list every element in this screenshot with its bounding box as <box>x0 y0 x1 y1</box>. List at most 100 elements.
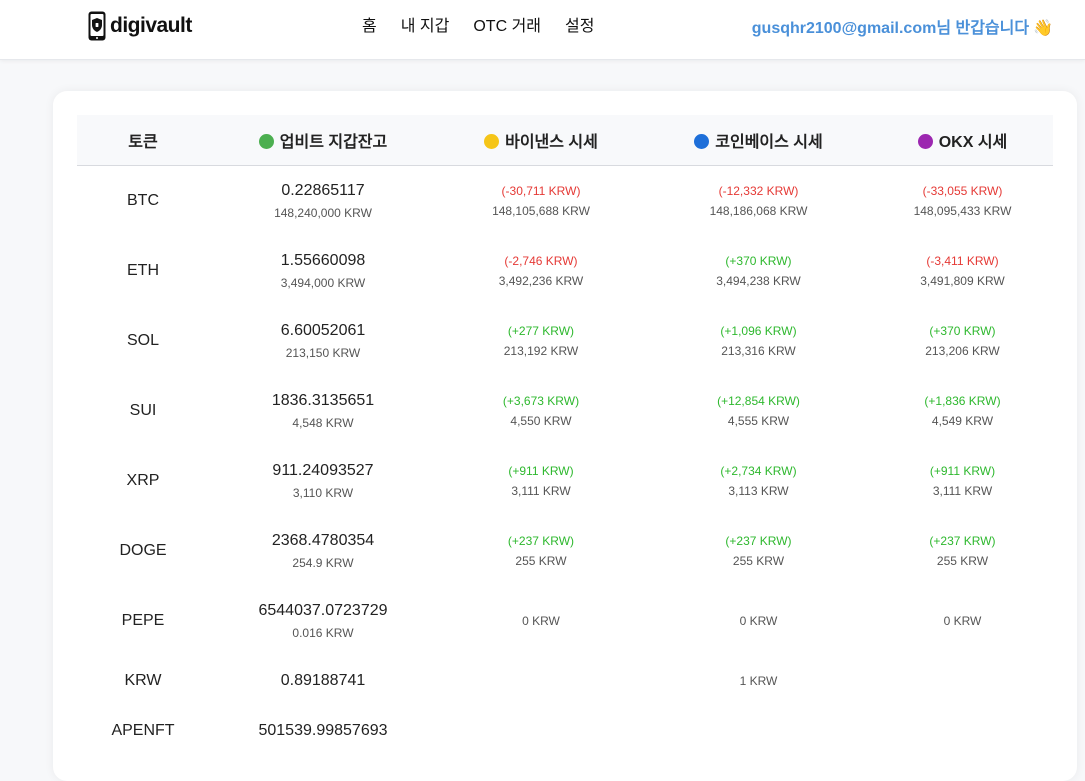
column-header-upbit: 업비트 지갑잔고 <box>209 115 437 166</box>
coinbase-price-diff: (-12,332 KRW) <box>718 184 799 198</box>
okx-price: 213,206 KRW <box>925 344 1000 358</box>
token-cell: APENFT <box>111 722 175 739</box>
balance-krw: 0.016 KRW <box>292 626 354 640</box>
main-nav: 홈 내 지갑 OTC 거래 설정 <box>350 0 606 48</box>
upbit-balance-cell: 0.22865117 148,240,000 KRW <box>209 166 437 237</box>
binance-price-cell: (+911 KRW) 3,111 KRW <box>437 446 645 516</box>
balance-krw: 4,548 KRW <box>292 416 354 430</box>
greeting: gusqhr2100@gmail.com님 반갑습니다 👋 <box>752 14 1053 38</box>
okx-price-cell <box>872 656 1053 706</box>
okx-price: 4,549 KRW <box>931 414 994 428</box>
binance-price-cell: (+277 KRW) 213,192 KRW <box>437 306 645 376</box>
balance-amount: 501539.99857693 <box>258 722 388 739</box>
upbit-balance-cell: 501539.99857693 <box>209 706 437 756</box>
coinbase-price-cell: (+370 KRW) 3,494,238 KRW <box>645 236 872 306</box>
okx-price: 255 KRW <box>936 554 989 568</box>
wave-emoji-icon: 👋 <box>1033 20 1053 37</box>
price-comparison-table: 토큰 업비트 지갑잔고 바이낸스 시세 코인베이스 시세 OKX 시세 BTC 0… <box>77 115 1053 756</box>
okx-price: 148,095,433 KRW <box>913 204 1012 218</box>
coinbase-price-diff: (+370 KRW) <box>725 254 792 268</box>
coinbase-price-cell: (+12,854 KRW) 4,555 KRW <box>645 376 872 446</box>
balance-krw: 254.9 KRW <box>292 556 354 570</box>
coinbase-price: 4,555 KRW <box>727 414 790 428</box>
table-row: KRW 0.89188741 1 KRW <box>77 656 1053 706</box>
blue-circle-icon <box>694 134 710 149</box>
binance-price-cell: 0 KRW <box>437 586 645 656</box>
balance-amount: 1836.3135651 <box>271 392 375 409</box>
token-cell: KRW <box>124 672 162 689</box>
okx-price-cell: (-33,055 KRW) 148,095,433 KRW <box>872 166 1053 237</box>
green-circle-icon <box>258 134 274 149</box>
coinbase-price: 148,186,068 KRW <box>709 204 808 218</box>
okx-price-cell: (-3,411 KRW) 3,491,809 KRW <box>872 236 1053 306</box>
logo-text: digivault <box>110 14 192 37</box>
table-row: PEPE 6544037.0723729 0.016 KRW 0 KRW 0 KRW 0 … <box>77 586 1053 656</box>
binance-price: 4,550 KRW <box>510 414 572 428</box>
balance-amount: 1.55660098 <box>280 252 366 269</box>
nav-otc-trade[interactable]: OTC 거래 <box>461 12 553 36</box>
table-row: BTC 0.22865117 148,240,000 KRW (-30,711 KRW… <box>77 166 1053 237</box>
balance-card: 토큰 업비트 지갑잔고 바이낸스 시세 코인베이스 시세 OKX 시세 BTC 0… <box>53 91 1077 781</box>
column-header-token: 토큰 <box>77 115 209 166</box>
okx-price-cell: 0 KRW <box>872 586 1053 656</box>
binance-price: 213,192 KRW <box>503 344 579 358</box>
okx-price-cell: (+237 KRW) 255 KRW <box>872 516 1053 586</box>
balance-krw: 148,240,000 KRW <box>274 206 372 220</box>
coinbase-price: 3,113 KRW <box>728 484 789 498</box>
okx-price-diff: (-3,411 KRW) <box>926 254 999 268</box>
okx-price-cell: (+370 KRW) 213,206 KRW <box>872 306 1053 376</box>
phone-shield-logo-icon <box>88 11 106 41</box>
upbit-balance-cell: 0.89188741 <box>209 656 437 706</box>
nav-home[interactable]: 홈 <box>350 12 389 36</box>
coinbase-price-diff: (+1,096 KRW) <box>720 324 797 338</box>
okx-price: 3,111 KRW <box>932 484 993 498</box>
coinbase-price: 1 KRW <box>739 674 778 688</box>
binance-price-diff: (+237 KRW) <box>507 534 575 548</box>
coinbase-price-cell: 0 KRW <box>645 586 872 656</box>
greeting-text: 님 반갑습니다 <box>936 20 1030 37</box>
nav-my-wallet[interactable]: 내 지갑 <box>389 12 462 36</box>
binance-price-diff: (-2,746 KRW) <box>504 254 578 268</box>
upbit-balance-cell: 1836.3135651 4,548 KRW <box>209 376 437 446</box>
token-cell: BTC <box>127 192 159 209</box>
upbit-balance-cell: 6544037.0723729 0.016 KRW <box>209 586 437 656</box>
binance-price: 0 KRW <box>522 614 560 628</box>
nav-settings[interactable]: 설정 <box>553 12 606 36</box>
coinbase-price-cell: (+2,734 KRW) 3,113 KRW <box>645 446 872 516</box>
table-row: SOL 6.60052061 213,150 KRW (+277 KRW) 213,19… <box>77 306 1053 376</box>
okx-price-cell: (+911 KRW) 3,111 KRW <box>872 446 1053 516</box>
token-cell: SOL <box>126 332 159 349</box>
balance-amount: 911.24093527 <box>272 462 374 479</box>
balance-amount: 0.89188741 <box>280 672 366 689</box>
logo[interactable]: digivault <box>88 10 192 42</box>
balance-amount: 6544037.0723729 <box>258 602 388 619</box>
balance-krw: 213,150 KRW <box>285 346 361 360</box>
binance-price-diff: (+911 KRW) <box>508 464 574 478</box>
coinbase-price-cell: (+237 KRW) 255 KRW <box>645 516 872 586</box>
binance-price-diff: (+277 KRW) <box>507 324 575 338</box>
okx-price: 0 KRW <box>943 614 982 628</box>
coinbase-price-diff: (+12,854 KRW) <box>717 394 800 408</box>
okx-price-cell: (+1,836 KRW) 4,549 KRW <box>872 376 1053 446</box>
column-header-coinbase: 코인베이스 시세 <box>645 115 872 166</box>
binance-price-cell: (+237 KRW) 255 KRW <box>437 516 645 586</box>
balance-krw: 3,110 KRW <box>292 486 354 500</box>
upbit-balance-cell: 1.55660098 3,494,000 KRW <box>209 236 437 306</box>
coinbase-price-cell: 1 KRW <box>645 656 872 706</box>
okx-price-diff: (-33,055 KRW) <box>922 184 1003 198</box>
top-header: digivault 홈 내 지갑 OTC 거래 설정 gusqhr2100@gm… <box>0 0 1085 60</box>
coinbase-price: 0 KRW <box>739 614 778 628</box>
token-cell: PEPE <box>121 612 165 629</box>
token-cell: DOGE <box>119 542 167 559</box>
coinbase-price-cell: (-12,332 KRW) 148,186,068 KRW <box>645 166 872 237</box>
binance-price-cell: (-2,746 KRW) 3,492,236 KRW <box>437 236 645 306</box>
coinbase-price-diff: (+2,734 KRW) <box>720 464 797 478</box>
coinbase-price: 255 KRW <box>732 554 785 568</box>
table-row: ETH 1.55660098 3,494,000 KRW (-2,746 KRW) 3,… <box>77 236 1053 306</box>
coinbase-price: 213,316 KRW <box>721 344 796 358</box>
okx-price-diff: (+911 KRW) <box>929 464 996 478</box>
binance-price: 3,111 KRW <box>511 484 571 498</box>
binance-price-cell <box>437 656 645 706</box>
table-header-row: 토큰 업비트 지갑잔고 바이낸스 시세 코인베이스 시세 OKX 시세 <box>77 115 1053 166</box>
table-row: XRP 911.24093527 3,110 KRW (+911 KRW) 3,111 … <box>77 446 1053 516</box>
